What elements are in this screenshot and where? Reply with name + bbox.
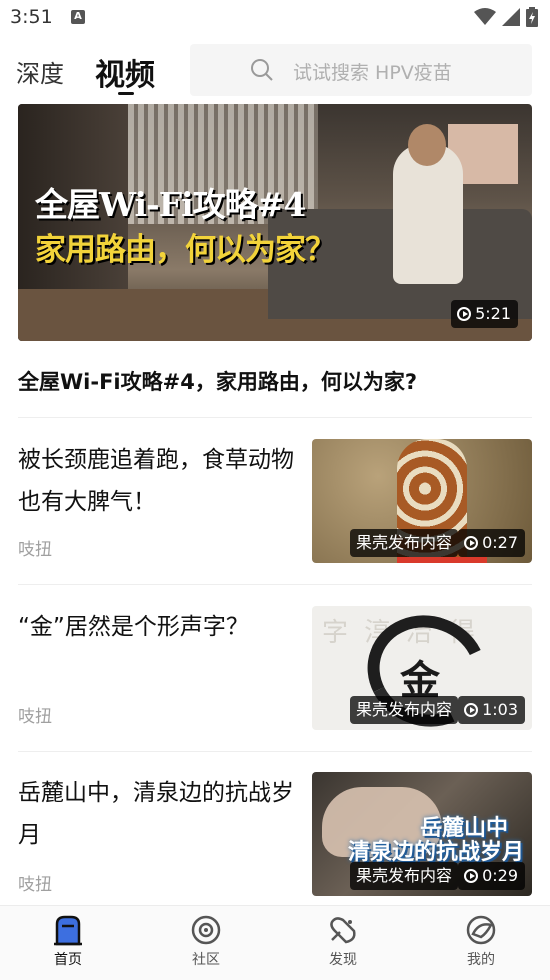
- tab-indicator: [118, 92, 134, 95]
- item-title[interactable]: 岳麓山中，清泉边的抗战岁月: [18, 772, 298, 856]
- duration-text: 5:21: [475, 304, 511, 323]
- item-source: 吱扭: [18, 707, 52, 727]
- status-icons: [474, 7, 538, 27]
- community-icon: [191, 915, 221, 945]
- nav-label: 我的: [467, 952, 495, 968]
- duration-text: 1:03: [482, 700, 518, 719]
- duration-badge: 1:03: [458, 696, 525, 724]
- hero-title[interactable]: 全屋Wi-Fi攻略#4，家用路由，何以为家?: [18, 366, 417, 396]
- hero-overlay-line2: 家用路由，何以为家？: [35, 232, 336, 268]
- search-placeholder: 试试搜索 HPV疫苗: [293, 62, 452, 84]
- source-badge: 果壳发布内容: [349, 862, 458, 890]
- item-thumbnail[interactable]: 果壳发布内容 0:27: [312, 439, 532, 563]
- nav-discover[interactable]: 发现: [303, 914, 383, 969]
- nav-label: 社区: [192, 952, 220, 968]
- notification-a-icon: A: [71, 10, 85, 24]
- item-source: 吱扭: [18, 540, 52, 560]
- tab-depth[interactable]: 深度: [16, 54, 64, 89]
- item-title[interactable]: 被长颈鹿追着跑，食草动物也有大脾气！: [18, 439, 298, 523]
- search-input[interactable]: 试试搜索 HPV疫苗: [190, 44, 532, 96]
- divider: [18, 751, 532, 752]
- status-bar: 3:51 A: [0, 0, 550, 36]
- home-icon: [54, 915, 82, 946]
- duration-text: 0:27: [482, 533, 518, 552]
- wifi-icon: [474, 8, 496, 25]
- nav-profile[interactable]: 我的: [441, 914, 521, 969]
- play-icon: [464, 869, 479, 883]
- nav-label: 首页: [54, 952, 82, 968]
- play-icon: [464, 703, 479, 717]
- top-bar: 深度 视频 试试搜索 HPV疫苗: [0, 42, 550, 102]
- bottom-nav: 首页 社区 发现 我的: [0, 905, 550, 980]
- item-thumbnail[interactable]: 字 淳 冶 得 金 果壳发布内容 1:03: [312, 606, 532, 730]
- play-icon: [464, 536, 479, 550]
- list-item[interactable]: “金”居然是个形声字？ 吱扭 字 淳 冶 得 金 果壳发布内容 1:03: [0, 606, 550, 774]
- play-icon: [457, 307, 472, 321]
- battery-icon: [526, 7, 538, 27]
- signal-icon: [502, 8, 520, 26]
- divider: [18, 417, 532, 418]
- hero-video-thumbnail[interactable]: 全屋Wi-Fi攻略#4 家用路由，何以为家？ 5:21: [18, 104, 532, 341]
- item-title[interactable]: “金”居然是个形声字？: [18, 606, 298, 648]
- discover-icon: [330, 917, 356, 944]
- duration-text: 0:29: [482, 866, 518, 885]
- nav-community[interactable]: 社区: [166, 914, 246, 969]
- nav-label: 发现: [329, 952, 357, 968]
- duration-badge: 0:29: [458, 862, 525, 890]
- status-time: 3:51: [10, 6, 53, 28]
- hero-bg-head: [408, 124, 446, 166]
- item-thumbnail[interactable]: 岳麓山中 清泉边的抗战岁月 果壳发布内容 0:29: [312, 772, 532, 896]
- search-icon: [251, 59, 273, 81]
- source-badge: 果壳发布内容: [349, 696, 458, 724]
- tab-video[interactable]: 视频: [95, 50, 155, 94]
- duration-badge: 0:27: [458, 529, 525, 557]
- list-item[interactable]: 被长颈鹿追着跑，食草动物也有大脾气！ 吱扭 果壳发布内容 0:27: [0, 439, 550, 607]
- nav-home[interactable]: 首页: [28, 914, 108, 969]
- profile-icon: [466, 915, 496, 945]
- item-source: 吱扭: [18, 875, 52, 895]
- duration-badge: 5:21: [451, 300, 518, 328]
- thumb-red-text: [397, 557, 487, 563]
- divider: [18, 584, 532, 585]
- source-badge: 果壳发布内容: [349, 529, 458, 557]
- hero-overlay-line1: 全屋Wi-Fi攻略#4: [35, 185, 306, 224]
